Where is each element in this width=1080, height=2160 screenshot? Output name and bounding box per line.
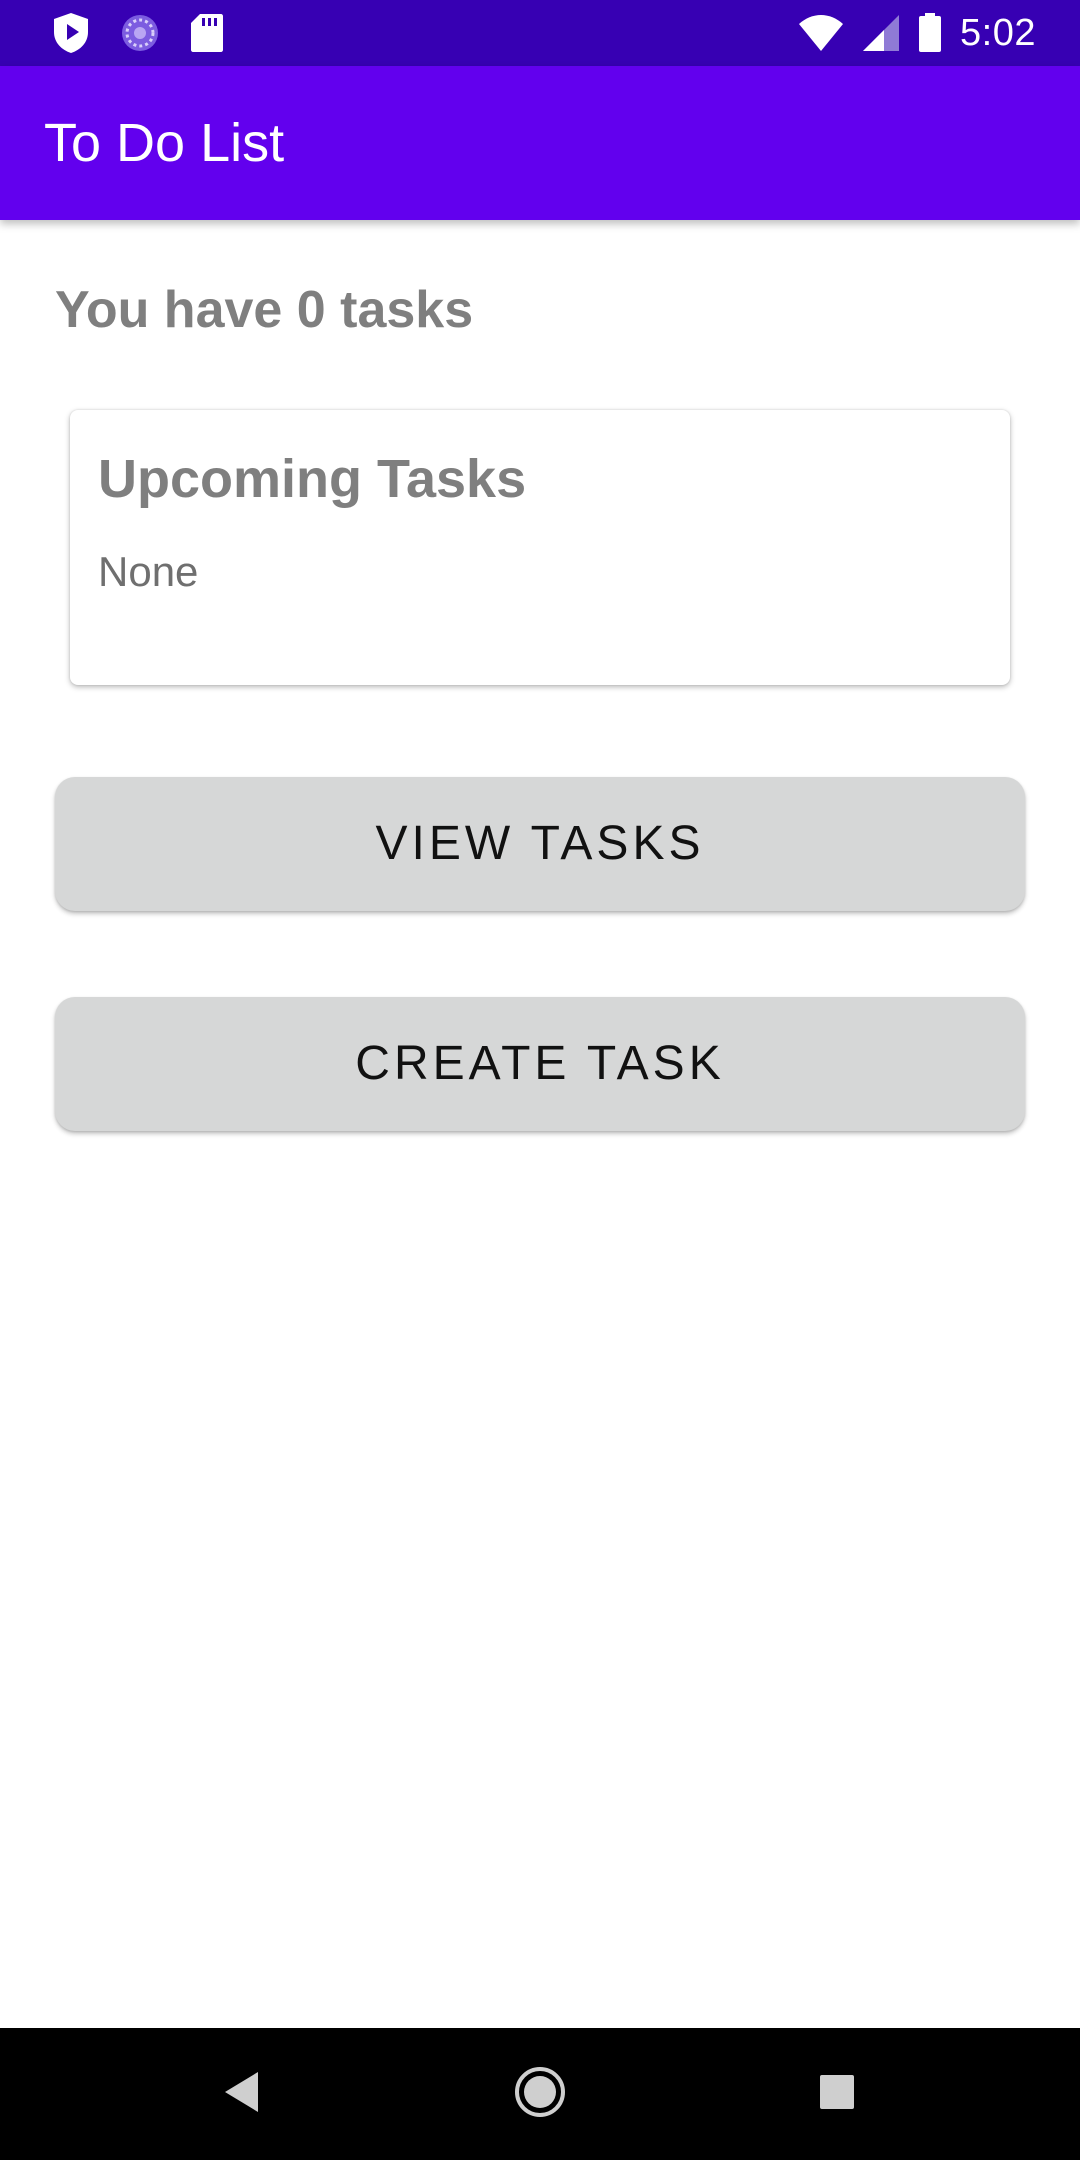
task-count-text: You have 0 tasks	[55, 281, 474, 339]
cellular-signal-icon	[862, 14, 900, 52]
recents-button[interactable]	[767, 2028, 907, 2160]
wifi-icon	[798, 14, 844, 52]
home-button[interactable]	[470, 2028, 610, 2160]
status-left-icons	[52, 12, 224, 54]
upcoming-tasks-card: Upcoming Tasks None	[70, 410, 1010, 685]
shield-icon	[52, 12, 90, 54]
status-right-icons: 5:02	[798, 8, 1036, 58]
battery-icon	[918, 13, 942, 53]
status-time: 5:02	[960, 11, 1036, 54]
sd-card-icon	[190, 13, 224, 53]
screen: 5:02 To Do List You have 0 tasks Upcomin…	[0, 0, 1080, 2160]
app-bar: To Do List	[0, 66, 1080, 220]
sync-icon	[120, 13, 160, 53]
create-task-button[interactable]: CREATE TASK	[55, 997, 1025, 1131]
app-title: To Do List	[44, 113, 285, 173]
upcoming-tasks-title: Upcoming Tasks	[98, 449, 527, 509]
recents-icon	[819, 2074, 855, 2115]
navigation-bar	[0, 2028, 1080, 2160]
status-bar: 5:02	[0, 0, 1080, 66]
upcoming-tasks-body: None	[98, 548, 199, 595]
home-icon	[514, 2066, 566, 2123]
back-button[interactable]	[172, 2028, 312, 2160]
back-icon	[222, 2070, 262, 2119]
view-tasks-button[interactable]: VIEW TASKS	[55, 777, 1025, 911]
